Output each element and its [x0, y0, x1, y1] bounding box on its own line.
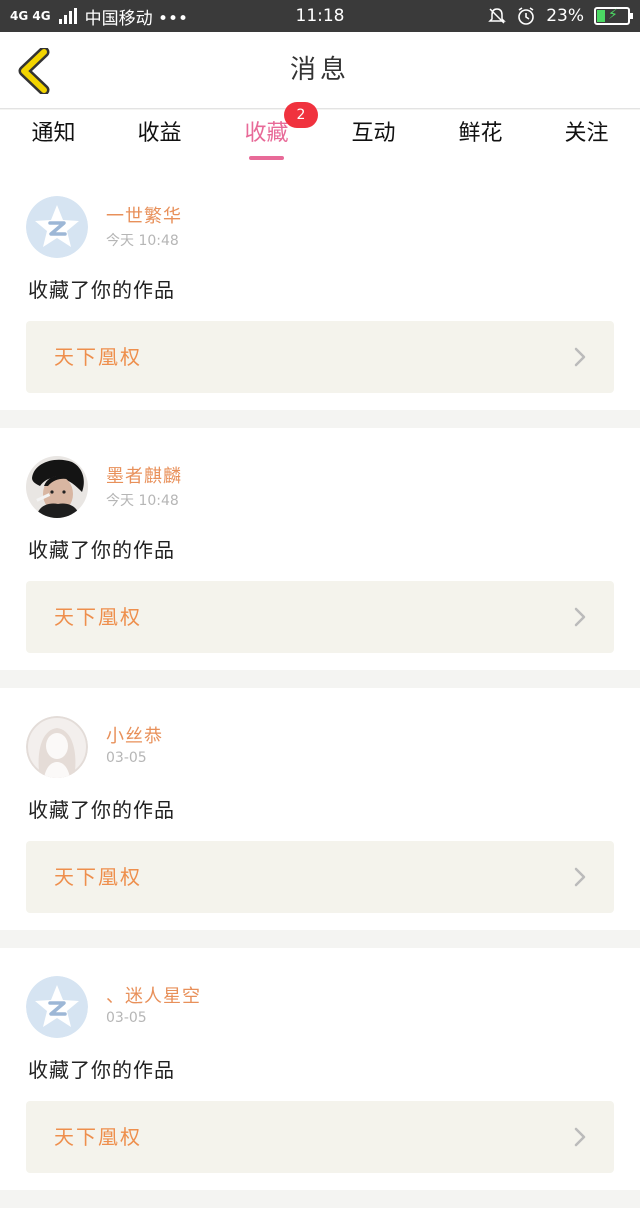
username[interactable]: 墨者麒麟: [106, 462, 182, 488]
message-text: 收藏了你的作品: [28, 278, 175, 302]
tab-label: 鲜花: [458, 121, 503, 146]
tab-label: 关注: [564, 121, 609, 146]
qq-default-avatar-icon[interactable]: [26, 196, 88, 258]
tab-following[interactable]: 关注: [533, 110, 640, 168]
work-link[interactable]: 天下凰权: [26, 841, 614, 913]
username[interactable]: 、迷人星空: [106, 982, 201, 1008]
chevron-left-icon[interactable]: [14, 48, 54, 94]
photo-avatar[interactable]: [26, 456, 88, 518]
active-tab-indicator: [249, 156, 284, 160]
tab-label: 通知: [31, 121, 76, 146]
message-text: 收藏了你的作品: [28, 538, 175, 562]
work-link[interactable]: 天下凰权: [26, 581, 614, 653]
username[interactable]: 小丝恭: [106, 722, 163, 748]
header: 消息: [0, 32, 640, 109]
tab-earnings[interactable]: 收益: [106, 110, 213, 168]
work-title: 天下凰权: [54, 345, 142, 369]
message-card: 一世繁华 今天 10:48 收藏了你的作品 天下凰权: [0, 168, 640, 410]
tab-bar: 通知 收益 收藏 2 互动 鲜花 关注: [0, 102, 640, 168]
female-silhouette-avatar-icon[interactable]: [26, 716, 88, 778]
message-list: 一世繁华 今天 10:48 收藏了你的作品 天下凰权 墨者麒麟 今天 10:48…: [0, 168, 640, 1208]
battery-icon: ⚡: [594, 7, 633, 25]
timestamp: 03-05: [106, 750, 147, 766]
qq-default-avatar-icon[interactable]: [26, 976, 88, 1038]
work-title: 天下凰权: [54, 865, 142, 889]
signal-icon: [58, 8, 77, 24]
unread-badge: 2: [284, 102, 318, 128]
work-link[interactable]: 天下凰权: [26, 1101, 614, 1173]
work-title: 天下凰权: [54, 1125, 142, 1149]
status-left: 4G 4G 中国移动 •••: [10, 0, 188, 32]
work-link[interactable]: 天下凰权: [26, 321, 614, 393]
message-text: 收藏了你的作品: [28, 798, 175, 822]
username[interactable]: 一世繁华: [106, 202, 182, 228]
timestamp: 03-05: [106, 1010, 147, 1026]
chevron-right-icon: [574, 867, 586, 887]
alarm-icon: [518, 7, 535, 25]
tab-label: 收益: [137, 121, 182, 146]
tab-flowers[interactable]: 鲜花: [427, 110, 534, 168]
status-right: 23% ⚡: [488, 0, 633, 32]
timestamp: 今天 10:48: [106, 493, 179, 509]
carrier-label: 中国移动 •••: [84, 8, 189, 29]
message-text: 收藏了你的作品: [28, 1058, 175, 1082]
work-title: 天下凰权: [54, 605, 142, 629]
status-bar: 4G 4G 中国移动 ••• 11:18 23% ⚡: [0, 0, 640, 32]
tab-label: 互动: [351, 121, 396, 146]
tab-label: 收藏: [244, 121, 289, 146]
tab-notifications[interactable]: 通知: [0, 110, 107, 168]
message-card: 、迷人星空 03-05 收藏了你的作品 天下凰权: [0, 948, 640, 1190]
tab-interactions[interactable]: 互动: [320, 110, 427, 168]
page-title: 消息: [289, 55, 350, 85]
timestamp: 今天 10:48: [106, 233, 179, 249]
chevron-right-icon: [574, 1127, 586, 1147]
chevron-right-icon: [574, 607, 586, 627]
tab-favorites[interactable]: 收藏 2: [213, 102, 320, 168]
battery-percent: 23%: [546, 6, 584, 26]
chevron-right-icon: [574, 347, 586, 367]
message-card: 墨者麒麟 今天 10:48 收藏了你的作品 天下凰权: [0, 428, 640, 670]
silent-bell-icon: [488, 8, 507, 24]
network-indicator: 4G 4G: [10, 9, 51, 23]
message-card: 小丝恭 03-05 收藏了你的作品 天下凰权: [0, 688, 640, 930]
